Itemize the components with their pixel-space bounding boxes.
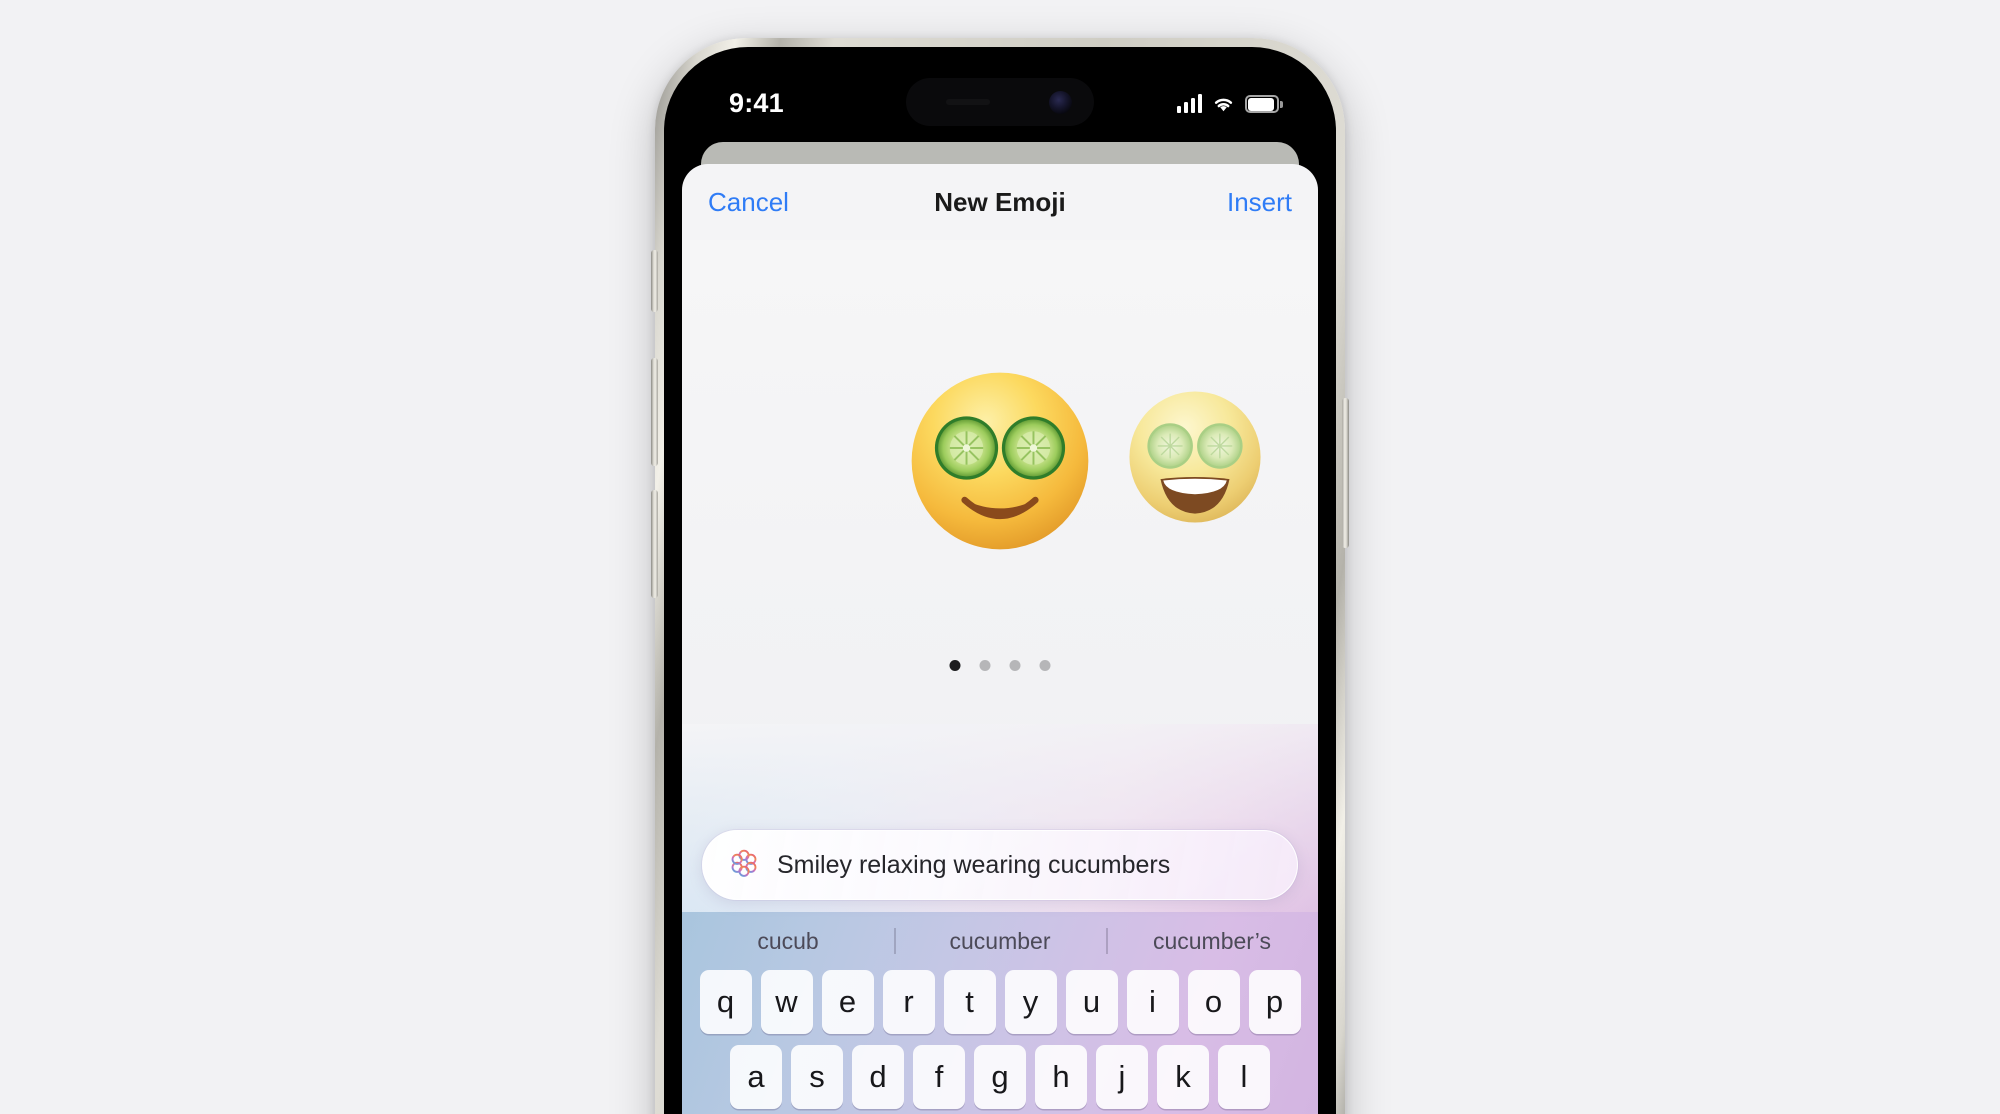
page-title: New Emoji bbox=[934, 186, 1066, 217]
power-button[interactable] bbox=[1342, 398, 1349, 548]
earpiece-speaker bbox=[946, 99, 990, 105]
insert-button[interactable]: Insert bbox=[1227, 187, 1292, 218]
suggestion-1[interactable]: cucumber bbox=[894, 928, 1106, 955]
key-h[interactable]: h bbox=[1035, 1045, 1087, 1109]
key-j[interactable]: j bbox=[1096, 1045, 1148, 1109]
emoji-preview-secondary[interactable] bbox=[1126, 388, 1264, 526]
volume-down-button[interactable] bbox=[651, 490, 658, 598]
volume-up-button[interactable] bbox=[651, 358, 658, 466]
iphone-device-frame: 9:41 Cancel New Emoji Insert Smiley rela… bbox=[651, 38, 1349, 1114]
key-t[interactable]: t bbox=[943, 970, 996, 1034]
status-time: 9:41 bbox=[729, 88, 784, 118]
predictive-suggestion-bar[interactable]: cucub cucumber cucumber’s bbox=[682, 912, 1318, 970]
key-e[interactable]: e bbox=[821, 970, 874, 1034]
front-camera-icon bbox=[1049, 91, 1072, 114]
key-i[interactable]: i bbox=[1126, 970, 1179, 1034]
key-k[interactable]: k bbox=[1157, 1045, 1209, 1109]
keyboard-row-1: q w e r t y u i o p bbox=[682, 970, 1318, 1034]
key-u[interactable]: u bbox=[1065, 970, 1118, 1034]
page-dot-1[interactable] bbox=[949, 660, 961, 671]
prompt-row: Smiley relaxing wearing cucumbers bbox=[682, 830, 1318, 900]
status-icons bbox=[1176, 89, 1283, 113]
key-l[interactable]: l bbox=[1218, 1045, 1270, 1109]
emoji-preview-carousel[interactable] bbox=[682, 240, 1318, 760]
prompt-text-value: Smiley relaxing wearing cucumbers bbox=[777, 850, 1171, 879]
keyboard-row-2: a s d f g h j k l bbox=[682, 1045, 1318, 1109]
key-w[interactable]: w bbox=[760, 970, 813, 1034]
screenshot-stage: 9:41 Cancel New Emoji Insert Smiley rela… bbox=[0, 0, 2000, 1114]
key-a[interactable]: a bbox=[730, 1045, 782, 1109]
sheet-navigation-bar: Cancel New Emoji Insert bbox=[682, 164, 1318, 240]
software-keyboard[interactable]: cucub cucumber cucumber’s q w e r t y u bbox=[682, 912, 1318, 1114]
key-s[interactable]: s bbox=[791, 1045, 843, 1109]
key-g[interactable]: g bbox=[974, 1045, 1026, 1109]
status-bar: 9:41 bbox=[673, 56, 1327, 144]
apple-intelligence-sparkle-icon bbox=[731, 849, 757, 877]
page-dot-3[interactable] bbox=[1009, 660, 1021, 671]
key-d[interactable]: d bbox=[852, 1045, 904, 1109]
key-o[interactable]: o bbox=[1187, 970, 1240, 1034]
action-button[interactable] bbox=[651, 250, 658, 312]
key-r[interactable]: r bbox=[882, 970, 935, 1034]
wifi-icon bbox=[1214, 98, 1233, 112]
dynamic-island[interactable] bbox=[906, 78, 1094, 126]
cellular-signal-icon bbox=[1176, 94, 1202, 113]
key-p[interactable]: p bbox=[1248, 970, 1301, 1034]
device-screen: 9:41 Cancel New Emoji Insert Smiley rela… bbox=[673, 56, 1327, 1114]
suggestion-2[interactable]: cucumber’s bbox=[1106, 928, 1318, 955]
battery-icon bbox=[1245, 95, 1283, 113]
carousel-page-indicator[interactable] bbox=[949, 660, 1051, 671]
device-bezel: 9:41 Cancel New Emoji Insert Smiley rela… bbox=[664, 47, 1336, 1114]
page-dot-4[interactable] bbox=[1039, 660, 1051, 671]
page-dot-2[interactable] bbox=[979, 660, 991, 671]
cancel-button[interactable]: Cancel bbox=[708, 187, 789, 218]
emoji-prompt-field[interactable]: Smiley relaxing wearing cucumbers bbox=[702, 830, 1298, 900]
emoji-preview-primary[interactable] bbox=[907, 368, 1093, 554]
new-emoji-sheet: Cancel New Emoji Insert Smiley relaxing … bbox=[682, 164, 1318, 1114]
key-q[interactable]: q bbox=[699, 970, 752, 1034]
key-y[interactable]: y bbox=[1004, 970, 1057, 1034]
suggestion-0[interactable]: cucub bbox=[682, 928, 894, 955]
key-f[interactable]: f bbox=[913, 1045, 965, 1109]
